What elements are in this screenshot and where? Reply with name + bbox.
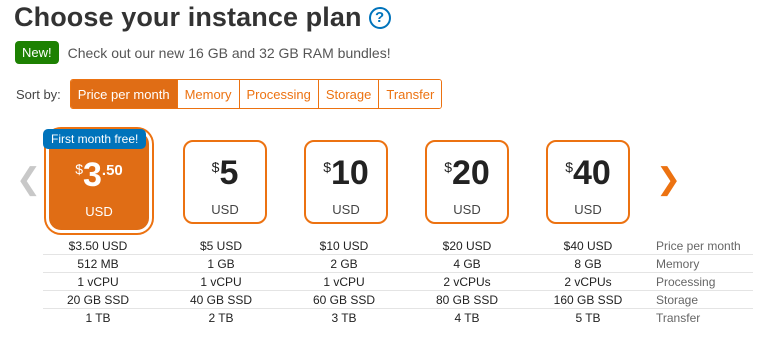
price-cell: $40 USD <box>563 239 613 253</box>
plan-price: $ 20 <box>427 156 507 190</box>
plan-card-5[interactable]: $ 5 USD <box>183 140 267 224</box>
announcement-text: Check out our new 16 GB and 32 GB RAM bu… <box>67 44 391 61</box>
sort-button-group: Price per month Memory Processing Storag… <box>69 79 443 109</box>
storage-cell: 80 GB SSD <box>435 293 499 307</box>
price-unit: USD <box>574 202 602 217</box>
sort-by-price-button[interactable]: Price per month <box>70 80 177 108</box>
announcement: New! Check out our new 16 GB and 32 GB R… <box>15 41 391 64</box>
currency-symbol: $ <box>75 161 83 177</box>
sort-by-transfer-button[interactable]: Transfer <box>378 80 442 108</box>
plan-card-20[interactable]: $ 20 USD <box>425 140 509 224</box>
sort-label: Sort by: <box>16 86 61 102</box>
storage-row: 20 GB SSD 40 GB SSD 60 GB SSD 80 GB SSD … <box>43 291 753 309</box>
sort-bar: Sort by: Price per month Memory Processi… <box>16 79 443 109</box>
row-label-memory: Memory <box>656 257 700 271</box>
page-title: Choose your instance plan <box>14 2 362 32</box>
plan-price: $ 3 .50 <box>51 158 147 192</box>
memory-cell: 1 GB <box>207 257 235 271</box>
currency-symbol: $ <box>444 159 452 175</box>
transfer-row: 1 TB 2 TB 3 TB 4 TB 5 TB Transfer <box>43 309 753 327</box>
transfer-cell: 5 TB <box>575 311 601 325</box>
processing-cell: 1 vCPU <box>77 275 119 289</box>
sort-by-memory-button[interactable]: Memory <box>176 80 239 108</box>
processing-row: 1 vCPU 1 vCPU 1 vCPU 2 vCPUs 2 vCPUs Pro… <box>43 273 753 291</box>
price-amount: 3 <box>83 156 102 194</box>
price-row: $3.50 USD $5 USD $10 USD $20 USD $40 USD… <box>43 237 753 255</box>
plan-price: $ 40 <box>548 156 628 190</box>
price-cell: $5 USD <box>199 239 243 253</box>
storage-cell: 160 GB SSD <box>553 293 623 307</box>
price-unit: USD <box>332 202 360 217</box>
price-unit: USD <box>211 202 239 217</box>
plan-price: $ 10 <box>306 156 386 190</box>
processing-cell: 1 vCPU <box>200 275 242 289</box>
row-label-storage: Storage <box>656 293 699 307</box>
chevron-right-icon[interactable]: ❯ <box>656 165 681 195</box>
transfer-cell: 2 TB <box>208 311 234 325</box>
memory-cell: 8 GB <box>574 257 602 271</box>
plan-card-10[interactable]: $ 10 USD <box>304 140 388 224</box>
currency-symbol: $ <box>211 159 220 175</box>
page-header: Choose your instance plan ? <box>14 2 391 33</box>
price-unit: USD <box>85 204 113 219</box>
price-cell: $10 USD <box>319 239 369 253</box>
storage-cell: 40 GB SSD <box>189 293 253 307</box>
processing-cell: 2 vCPUs <box>564 275 612 289</box>
price-cell: $20 USD <box>442 239 492 253</box>
processing-cell: 2 vCPUs <box>443 275 491 289</box>
storage-cell: 60 GB SSD <box>312 293 376 307</box>
memory-cell: 512 MB <box>77 257 119 271</box>
price-amount: 20 <box>451 154 490 192</box>
price-decimal: .50 <box>101 162 123 179</box>
currency-symbol: $ <box>565 159 573 175</box>
plan-price: $ 5 <box>185 156 265 190</box>
first-month-free-badge: First month free! <box>43 129 147 149</box>
price-amount: 5 <box>219 154 239 192</box>
transfer-cell: 1 TB <box>85 311 111 325</box>
price-amount: 40 <box>572 154 611 192</box>
new-badge: New! <box>15 41 59 64</box>
memory-cell: 4 GB <box>453 257 481 271</box>
sort-by-processing-button[interactable]: Processing <box>238 80 318 108</box>
price-cell: $3.50 USD <box>68 239 128 253</box>
memory-cell: 2 GB <box>330 257 358 271</box>
chevron-left-icon[interactable]: ❮ <box>16 165 41 195</box>
sort-by-storage-button[interactable]: Storage <box>317 80 379 108</box>
price-unit: USD <box>453 202 481 217</box>
processing-cell: 1 vCPU <box>323 275 365 289</box>
help-icon[interactable]: ? <box>368 6 391 29</box>
plan-specs-table: $3.50 USD $5 USD $10 USD $20 USD $40 USD… <box>43 237 753 327</box>
transfer-cell: 3 TB <box>331 311 357 325</box>
row-label-processing: Processing <box>656 275 716 289</box>
storage-cell: 20 GB SSD <box>66 293 130 307</box>
plan-card-40[interactable]: $ 40 USD <box>546 140 630 224</box>
row-label-transfer: Transfer <box>656 311 701 325</box>
row-label-price: Price per month <box>656 239 741 253</box>
currency-symbol: $ <box>323 159 331 175</box>
price-amount: 10 <box>330 154 369 192</box>
memory-row: 512 MB 1 GB 2 GB 4 GB 8 GB Memory <box>43 255 753 273</box>
transfer-cell: 4 TB <box>454 311 480 325</box>
